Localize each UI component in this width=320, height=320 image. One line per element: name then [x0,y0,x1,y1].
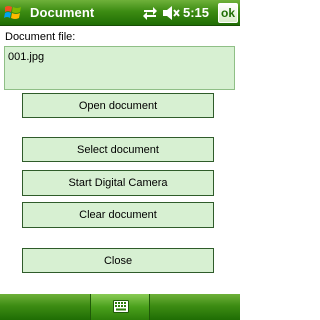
select-document-button[interactable]: Select document [22,137,214,162]
ok-button[interactable]: ok [218,3,238,23]
windows-flag-icon[interactable] [3,3,23,23]
close-button[interactable]: Close [22,248,214,273]
start-digital-camera-button[interactable]: Start Digital Camera [22,170,214,196]
window-title: Document [30,5,95,20]
document-file-label: Document file: [5,31,76,43]
clock[interactable]: 5:15 [183,5,209,20]
softkey-bar [0,294,240,320]
clear-document-button[interactable]: Clear document [22,202,214,228]
network-sync-icon[interactable] [142,5,158,21]
speaker-muted-icon[interactable] [162,5,180,21]
keyboard-icon [113,300,129,313]
title-bar: Document 5:15 ok [0,0,240,26]
keyboard-button[interactable] [90,294,150,320]
open-document-button[interactable]: Open document [22,93,214,118]
document-file-field[interactable]: 001.jpg [4,46,235,90]
